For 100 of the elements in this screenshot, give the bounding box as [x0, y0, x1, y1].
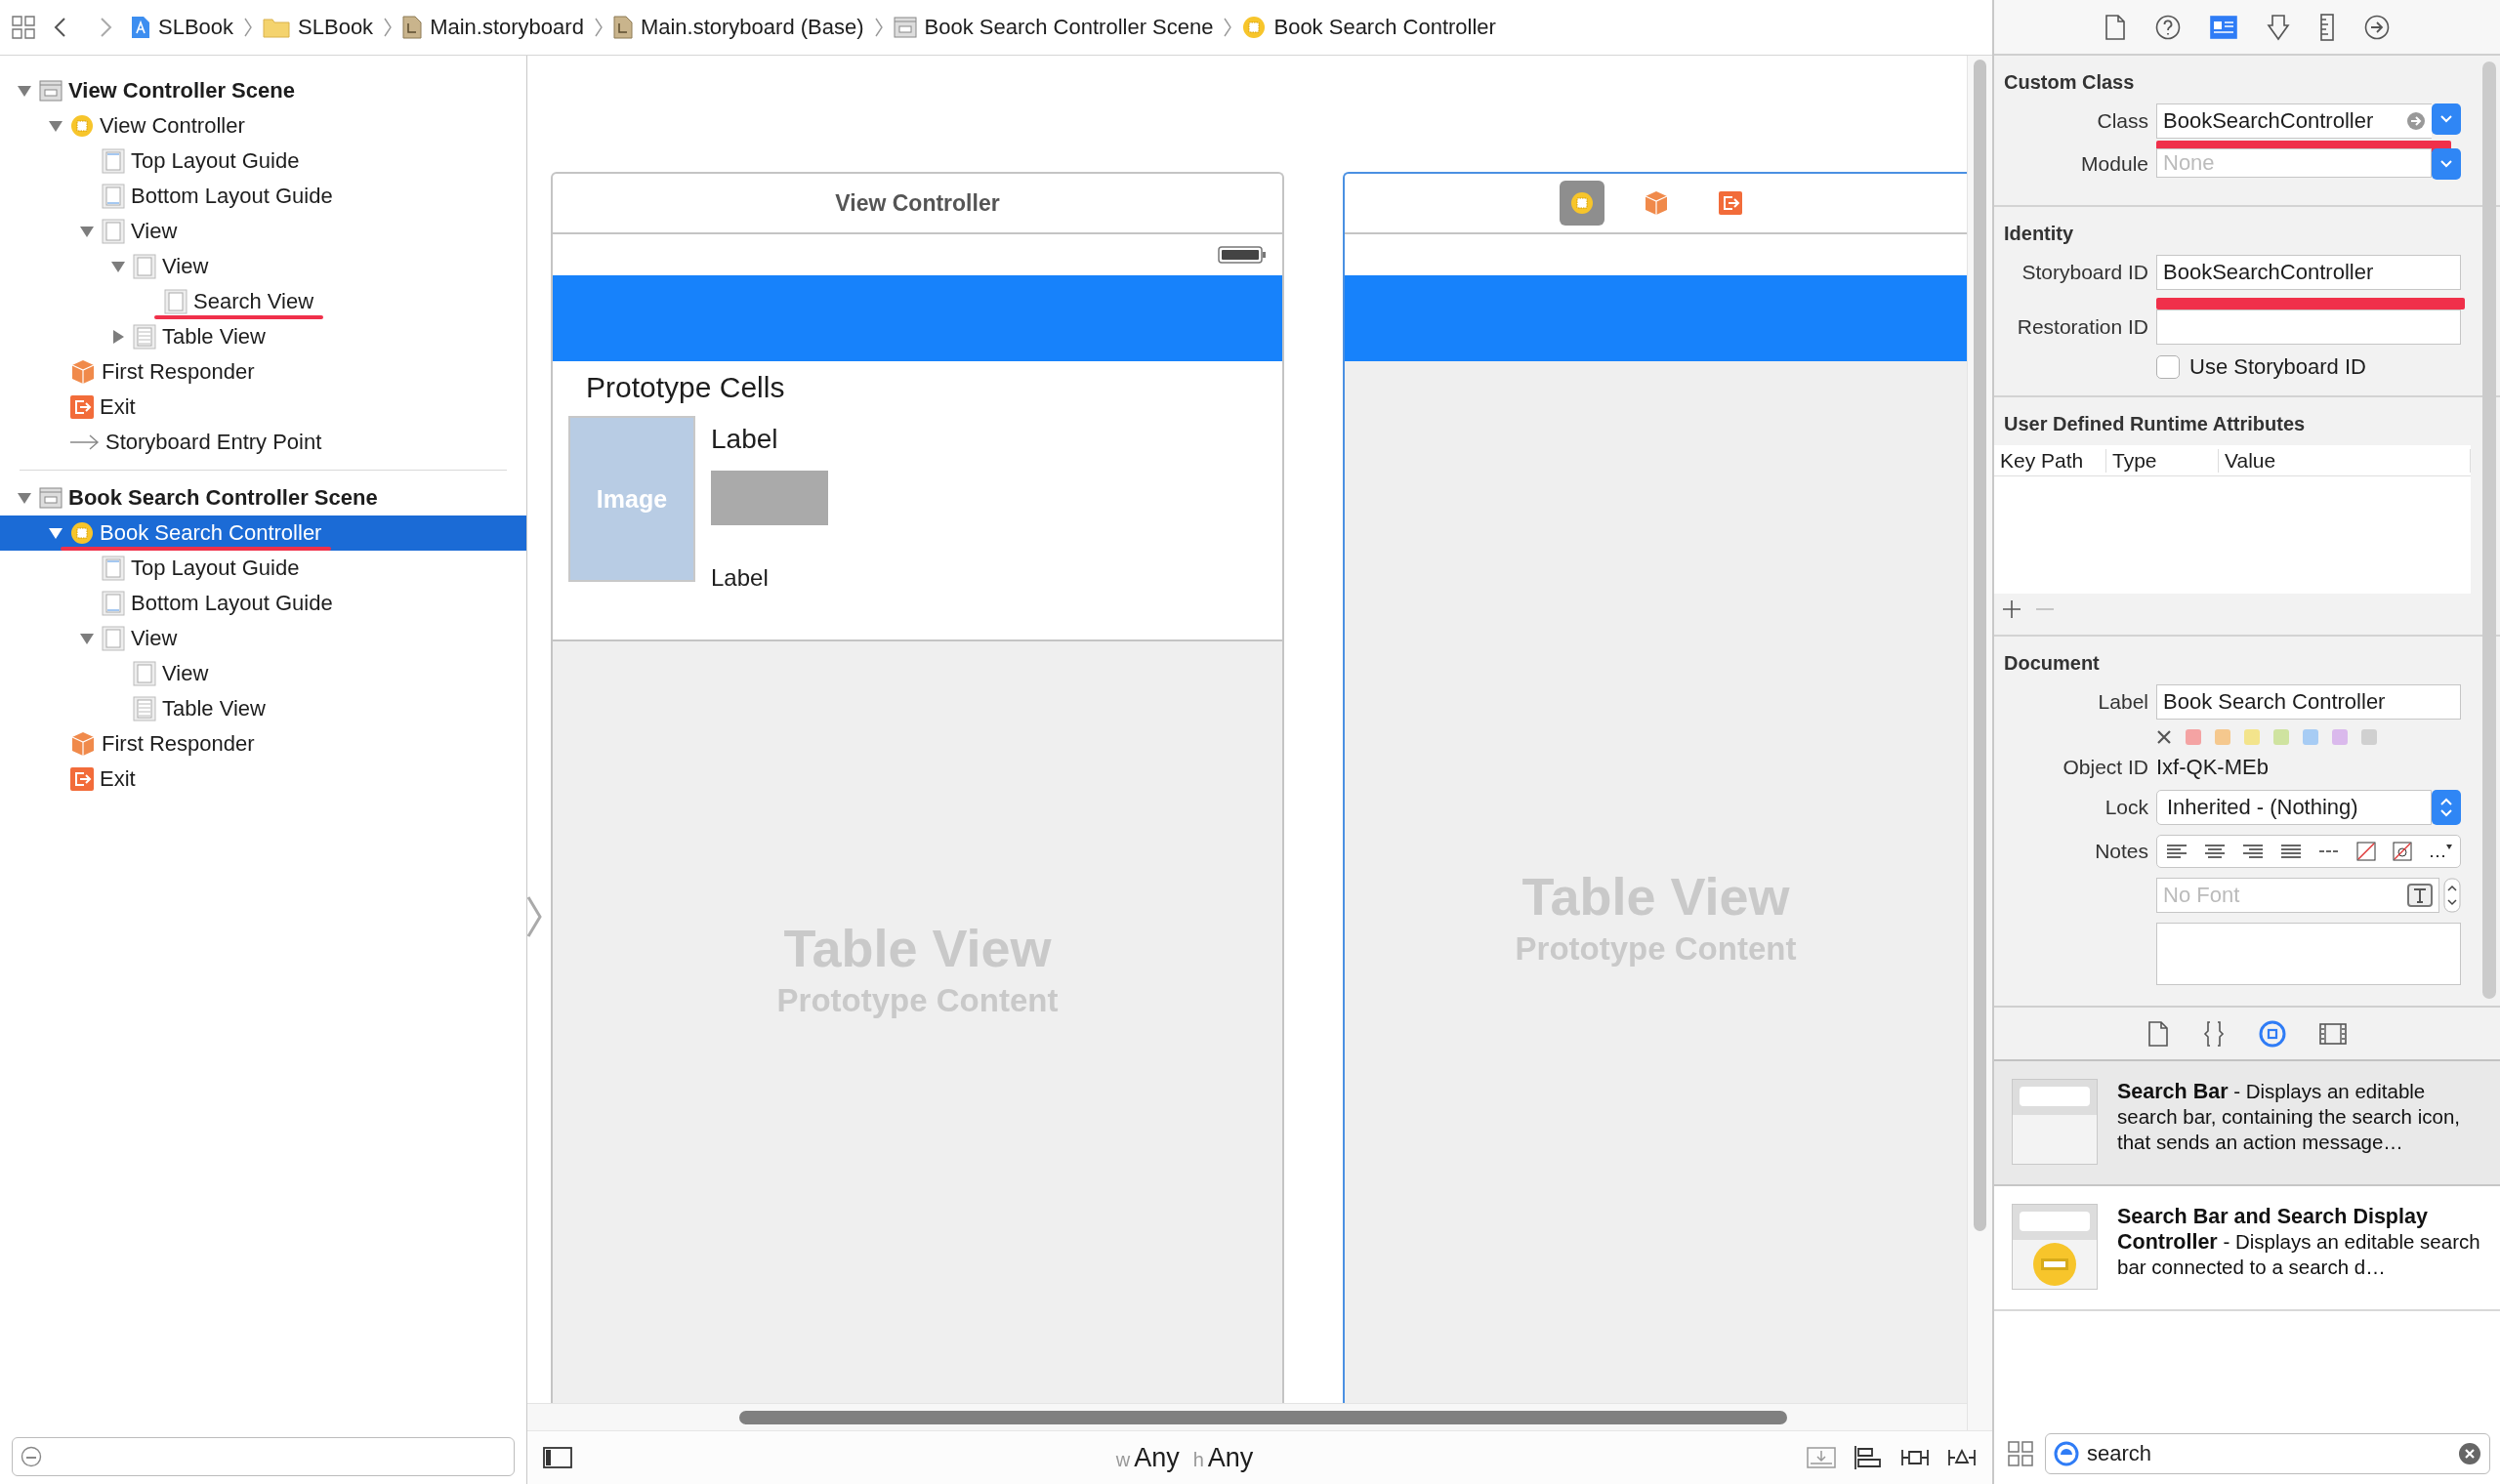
label-field[interactable]: Book Search Controller [2156, 684, 2461, 720]
dropdown-button[interactable] [2432, 103, 2461, 135]
outline-row[interactable]: Table View [0, 319, 526, 354]
breadcrumb-item[interactable]: Book Search Controller [1242, 15, 1496, 40]
breadcrumb-item[interactable]: Book Search Controller Scene [893, 15, 1214, 40]
align-icon[interactable] [2241, 844, 2264, 859]
outline-label: First Responder [102, 731, 255, 757]
braces-icon[interactable] [2202, 1020, 2226, 1047]
breadcrumb-item[interactable]: Main.storyboard (Base) [612, 15, 864, 40]
scrollbar[interactable] [1967, 56, 1992, 1430]
grid-icon[interactable] [12, 16, 35, 39]
file-icon[interactable] [2104, 14, 2126, 40]
help-icon[interactable] [2155, 14, 2181, 40]
library-item[interactable]: Search Bar - Displays an editable search bar, containing the search icon, that sends an action message… [1994, 1061, 2500, 1186]
dock-button[interactable] [1559, 181, 1604, 226]
library-item[interactable]: Search Bar and Search Display Controller - Displays an editable search bar connected to a search d… [1994, 1186, 2500, 1311]
cell-label: Label [711, 424, 779, 455]
clear-icon[interactable] [2458, 1442, 2481, 1465]
disclosure-triangle-icon[interactable] [110, 259, 126, 274]
controller-icon [70, 114, 94, 138]
outline-row[interactable]: View [0, 621, 526, 656]
layout-guide-icon [102, 556, 125, 581]
breadcrumb-item[interactable]: SLBook [131, 15, 234, 40]
scrollbar[interactable] [527, 1403, 1967, 1430]
outline-row[interactable]: Bottom Layout Guide [0, 179, 526, 214]
outline-row[interactable]: Book Search Controller [0, 515, 526, 551]
font-icon[interactable] [2407, 884, 2433, 907]
column-header[interactable]: Type [2106, 448, 2219, 473]
add-icon[interactable] [2002, 599, 2021, 619]
arrow-circle-icon[interactable] [2364, 14, 2390, 40]
color-swatch[interactable] [2361, 729, 2377, 745]
color-swatch[interactable] [2244, 729, 2260, 745]
breadcrumb-item[interactable]: SLBook [263, 15, 374, 40]
outline-row[interactable]: View [0, 214, 526, 249]
outline-row[interactable]: Search View [0, 284, 526, 319]
more-icon[interactable] [2428, 843, 2452, 860]
column-header[interactable]: Key Path [1994, 448, 2106, 473]
outline-label: First Responder [102, 359, 255, 385]
outline-row[interactable]: Top Layout Guide [0, 551, 526, 586]
outline-row[interactable]: View [0, 656, 526, 691]
outline-row[interactable]: View Controller Scene [0, 73, 526, 108]
outline-row[interactable]: Table View [0, 691, 526, 726]
align-icon[interactable] [2203, 844, 2226, 859]
checkbox[interactable] [2156, 355, 2180, 379]
outline-row[interactable]: First Responder [0, 354, 526, 390]
notes-toolbar[interactable] [2156, 835, 2461, 868]
scrollbar[interactable] [2482, 62, 2496, 999]
color-swatch[interactable] [2215, 729, 2230, 745]
color-swatch[interactable] [2332, 729, 2348, 745]
view-icon [164, 289, 188, 314]
text-color-icon[interactable] [2392, 842, 2412, 861]
identity-card-icon[interactable] [2210, 15, 2237, 39]
breadcrumb-item[interactable]: Main.storyboard [402, 15, 584, 40]
disclosure-triangle-icon[interactable] [48, 525, 63, 541]
align-icon[interactable] [2279, 844, 2302, 859]
outline-row[interactable]: Top Layout Guide [0, 144, 526, 179]
size-class-prefix: w [1115, 1448, 1131, 1471]
outline-row[interactable]: First Responder [0, 726, 526, 762]
dropdown-button[interactable] [2432, 148, 2461, 180]
embed-icon[interactable] [1807, 1445, 1836, 1470]
outline-row[interactable]: Book Search Controller Scene [0, 480, 526, 515]
disclosure-triangle-icon[interactable] [79, 224, 95, 239]
clear-icon[interactable] [2156, 729, 2172, 745]
disclosure-triangle-icon[interactable] [17, 490, 32, 506]
restoration-id-field[interactable] [2156, 309, 2461, 345]
film-icon[interactable] [2319, 1022, 2347, 1045]
disclosure-triangle-icon[interactable] [48, 118, 63, 134]
align-icon[interactable] [2165, 844, 2188, 859]
outline-row[interactable]: Bottom Layout Guide [0, 586, 526, 621]
disclosure-triangle-icon[interactable] [79, 631, 95, 646]
grid-icon[interactable] [2008, 1441, 2033, 1466]
size-class-value[interactable]: Any [1134, 1442, 1180, 1473]
ruler-icon[interactable] [2319, 13, 2335, 41]
size-class-value[interactable]: Any [1207, 1442, 1254, 1473]
disclosure-triangle-icon[interactable] [110, 329, 126, 345]
color-swatch[interactable] [2273, 729, 2289, 745]
lock-dropdown[interactable]: Inherited - (Nothing) [2156, 790, 2432, 825]
notes-field[interactable] [2156, 923, 2461, 985]
color-swatch[interactable] [2186, 729, 2201, 745]
outline-row[interactable]: View Controller [0, 108, 526, 144]
sidebar-toggle-icon[interactable] [543, 1446, 572, 1469]
outline-row[interactable]: Storyboard Entry Point [0, 425, 526, 460]
cube-icon [1643, 190, 1669, 216]
search-field[interactable]: search [2045, 1433, 2490, 1474]
file-icon[interactable] [2147, 1020, 2169, 1047]
class-field[interactable]: BookSearchController [2156, 103, 2432, 139]
attributes-icon[interactable] [2267, 13, 2290, 41]
storyboard-id-field[interactable]: BookSearchController [2156, 255, 2461, 290]
object-icon[interactable] [2259, 1019, 2286, 1048]
outline-row[interactable]: View [0, 249, 526, 284]
stepper-icon[interactable] [2443, 878, 2461, 913]
outline-row[interactable]: Exit [0, 390, 526, 425]
disclosure-triangle-icon[interactable] [17, 83, 32, 99]
column-header[interactable]: Value [2219, 448, 2471, 473]
outline-row[interactable]: Exit [0, 762, 526, 797]
filter-field[interactable] [12, 1437, 515, 1476]
align-icon[interactable] [1854, 1445, 1883, 1470]
outline-label: Table View [162, 696, 266, 721]
no-color-icon[interactable] [2355, 842, 2376, 861]
color-swatch[interactable] [2303, 729, 2318, 745]
